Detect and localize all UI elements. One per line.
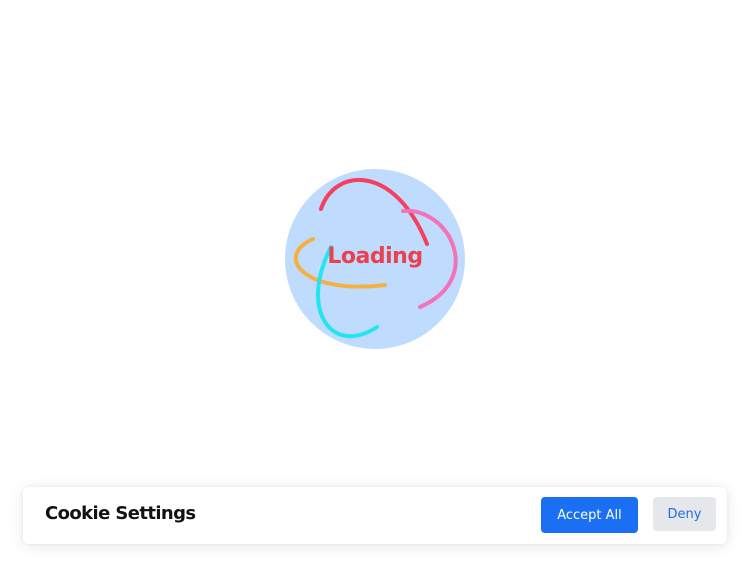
cookie-banner: Cookie Settings Accept All Deny [23, 487, 727, 544]
page: Loading Cookie Settings Accept All Deny [0, 0, 750, 563]
accept-all-button[interactable]: Accept All [541, 497, 638, 533]
loading-text: Loading [327, 244, 423, 269]
loading-spinner: Loading [285, 169, 465, 349]
deny-button[interactable]: Deny [653, 497, 716, 531]
cookie-settings-title: Cookie Settings [45, 503, 196, 524]
